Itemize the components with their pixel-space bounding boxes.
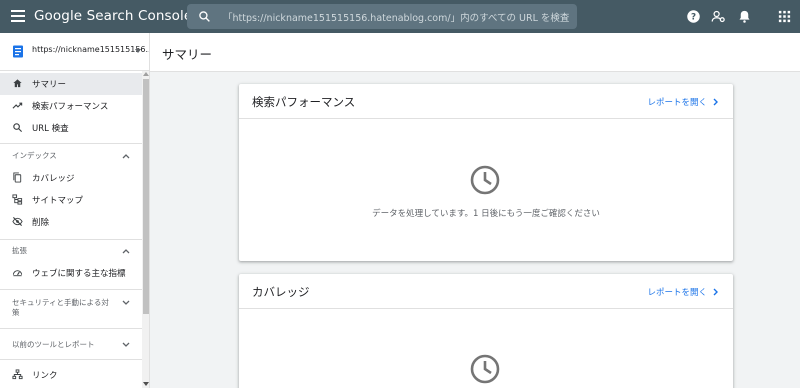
card-header: 検索パフォーマンス レポートを開く xyxy=(239,84,733,119)
card-title: 検索パフォーマンス xyxy=(252,95,356,109)
sidebar-item-label: 検索パフォーマンス xyxy=(32,102,109,112)
copy-icon xyxy=(12,172,23,183)
sidebar-item-url-inspect[interactable]: URL 検査 xyxy=(0,117,142,139)
clock-icon xyxy=(470,165,500,195)
section-enhancements[interactable]: 拡張 xyxy=(0,242,142,262)
divider xyxy=(0,328,142,329)
manage-users-icon[interactable] xyxy=(711,9,726,24)
section-label: セキュリティと手動による対策 xyxy=(12,298,109,317)
page-title: サマリー xyxy=(162,47,213,62)
top-app-bar: Google Search Console 「https://nickname1… xyxy=(0,0,800,33)
divider xyxy=(0,359,142,360)
clock-icon xyxy=(470,354,500,384)
chevron-down-icon xyxy=(122,300,130,305)
section-index[interactable]: インデックス xyxy=(0,147,142,167)
sidebar-item-removals[interactable]: 削除 xyxy=(0,211,142,233)
sidebar-item-core-web-vitals[interactable]: ウェブに関する主な指標 xyxy=(0,262,142,284)
links-icon xyxy=(12,369,23,380)
sidebar-item-label: 削除 xyxy=(32,218,50,228)
section-label: 拡張 xyxy=(12,246,27,255)
sidebar-scrollbar[interactable] xyxy=(142,71,149,388)
scrollbar-thumb[interactable] xyxy=(143,79,149,314)
section-legacy-tools[interactable]: 以前のツールとレポート xyxy=(0,336,142,356)
speed-icon xyxy=(12,267,23,278)
sidebar-item-summary[interactable]: サマリー xyxy=(0,73,142,95)
section-security-manual-actions[interactable]: セキュリティと手動による対策 xyxy=(0,294,142,322)
sidebar-item-label: サイトマップ xyxy=(32,196,84,206)
chevron-down-icon xyxy=(122,342,130,347)
help-icon[interactable]: ? xyxy=(686,9,701,24)
open-report-label: レポートを開く xyxy=(647,98,707,108)
property-icon xyxy=(13,45,23,58)
sidebar-item-label: ウェブに関する主な指標 xyxy=(32,269,126,279)
home-icon xyxy=(12,78,23,89)
sidebar-item-coverage[interactable]: カバレッジ xyxy=(0,167,142,189)
section-label: インデックス xyxy=(12,151,57,160)
app-brand[interactable]: Google Search Console xyxy=(34,8,192,24)
sitemap-icon xyxy=(12,194,23,205)
card-header: カバレッジ レポートを開く xyxy=(239,274,733,309)
sidebar: https://nickname151515156... サマリー 検索パフォー… xyxy=(0,33,150,388)
chevron-up-icon xyxy=(122,154,130,159)
chevron-right-icon xyxy=(713,98,718,106)
divider xyxy=(0,143,142,144)
processing-message: データを処理しています。1 日後にもう一度ご確認ください xyxy=(372,209,600,219)
eye-off-icon xyxy=(12,216,23,227)
menu-icon[interactable] xyxy=(11,10,25,22)
sidebar-item-label: サマリー xyxy=(32,80,67,90)
sidebar-item-label: URL 検査 xyxy=(32,124,69,134)
divider xyxy=(0,289,142,290)
section-label: 以前のツールとレポート xyxy=(12,340,95,349)
scroll-down-arrow-icon[interactable] xyxy=(143,382,149,386)
card-title: カバレッジ xyxy=(252,285,310,299)
card-search-performance: 検索パフォーマンス レポートを開く データを処理しています。1 日後にもう一度ご… xyxy=(239,84,733,261)
search-icon xyxy=(12,122,23,133)
scroll-up-arrow-icon[interactable] xyxy=(143,72,149,76)
page-header: サマリー xyxy=(150,33,800,72)
chevron-down-icon xyxy=(135,49,141,53)
property-url: https://nickname151515156... xyxy=(32,45,150,54)
notifications-icon[interactable] xyxy=(737,9,752,24)
sidebar-item-search-performance[interactable]: 検索パフォーマンス xyxy=(0,95,142,117)
chevron-right-icon xyxy=(713,288,718,296)
search-input[interactable]: 「https://nickname151515156.hatenablog.co… xyxy=(223,10,569,24)
sidebar-item-label: リンク xyxy=(32,371,58,381)
trending-up-icon xyxy=(12,100,23,111)
url-inspect-search[interactable]: 「https://nickname151515156.hatenablog.co… xyxy=(187,4,577,29)
svg-text:?: ? xyxy=(691,13,696,23)
sidebar-item-label: カバレッジ xyxy=(32,174,75,184)
chevron-up-icon xyxy=(122,249,130,254)
divider xyxy=(0,239,142,240)
open-report-link[interactable]: レポートを開く xyxy=(647,96,719,108)
open-report-label: レポートを開く xyxy=(647,288,707,298)
open-report-link[interactable]: レポートを開く xyxy=(647,286,719,298)
sidebar-item-sitemap[interactable]: サイトマップ xyxy=(0,189,142,211)
apps-grid-icon[interactable] xyxy=(777,9,792,24)
search-icon xyxy=(199,11,210,22)
card-coverage: カバレッジ レポートを開く xyxy=(239,274,733,388)
sidebar-item-links[interactable]: リンク xyxy=(0,364,142,386)
property-selector[interactable]: https://nickname151515156... xyxy=(0,33,150,71)
